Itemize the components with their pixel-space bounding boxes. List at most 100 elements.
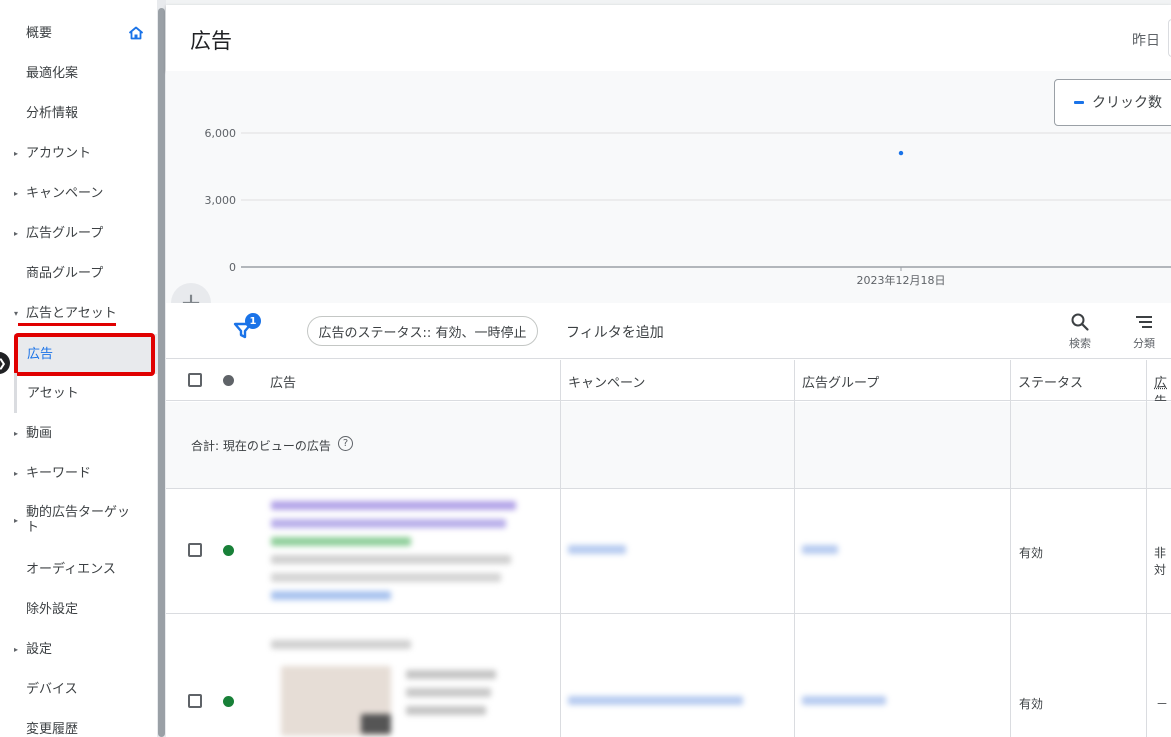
column-divider	[1146, 360, 1147, 737]
sidebar-item-ad-groups[interactable]: ▸ 広告グループ	[0, 213, 157, 253]
table-row[interactable]: 有効 非対	[166, 489, 1171, 614]
ad-type-cell: －	[1156, 695, 1168, 712]
sidebar-item-label: 動的広告ターゲット	[26, 505, 136, 535]
ad-group-link-blurred[interactable]	[802, 545, 842, 554]
expand-arrow-icon: ▸	[14, 516, 18, 525]
sidebar-item-insights[interactable]: 分析情報	[0, 93, 157, 133]
collapse-sidebar-button[interactable]: ❯	[0, 352, 10, 374]
metric-selector[interactable]: クリック数	[1054, 79, 1171, 126]
sidebar-item-account[interactable]: ▸ アカウント	[0, 133, 157, 173]
campaign-link-blurred[interactable]	[568, 696, 748, 705]
sidebar-item-product-groups[interactable]: 商品グループ	[0, 253, 157, 293]
date-range-label[interactable]: 昨日	[1132, 30, 1160, 50]
sidebar-item-label: 動画	[26, 426, 52, 441]
sidebar-item-exclusions[interactable]: 除外設定	[0, 589, 157, 629]
column-header-status[interactable]: ステータス	[1018, 372, 1083, 391]
expand-arrow-icon: ▸	[14, 149, 18, 158]
expand-arrow-icon: ▸	[14, 469, 18, 478]
status-cell: 有効	[1019, 544, 1043, 561]
sidebar-item-audiences[interactable]: オーディエンス	[0, 549, 157, 589]
page-title: 広告	[190, 25, 232, 55]
main-content: 広告 昨日 6,0003,00002023年12月18日 クリック数 + 1 広…	[166, 0, 1171, 737]
expand-arrow-icon: ▸	[14, 429, 18, 438]
total-label: 合計: 現在のビューの広告	[191, 437, 331, 454]
sidebar-item-label: キーワード	[26, 466, 91, 481]
status-filter-chip[interactable]: 広告のステータス:: 有効、一時停止	[307, 316, 538, 346]
campaign-link-blurred[interactable]	[568, 545, 628, 554]
highlight-underline	[18, 323, 116, 326]
y-tick-label: 0	[229, 261, 236, 274]
sidebar-item-label: キャンペーン	[26, 186, 103, 201]
sidebar-item-settings[interactable]: ▸ 設定	[0, 629, 157, 669]
sidebar-item-label: 設定	[26, 642, 52, 657]
sidebar-item-label: 除外設定	[26, 602, 78, 617]
x-tick-label: 2023年12月18日	[857, 273, 946, 287]
column-divider	[560, 360, 561, 737]
sidebar-item-keywords[interactable]: ▸ キーワード	[0, 453, 157, 493]
column-header-ad-group[interactable]: 広告グループ	[802, 372, 879, 391]
row-checkbox[interactable]	[188, 543, 202, 557]
page-header: 広告 昨日	[166, 5, 1171, 71]
sidebar-item-change-history[interactable]: 変更履歴	[0, 709, 157, 737]
sidebar-item-label: デバイス	[26, 682, 78, 697]
filter-bar: 1 広告のステータス:: 有効、一時停止 フィルタを追加 検索 分類	[166, 303, 1171, 359]
search-icon	[1070, 312, 1090, 332]
help-icon[interactable]: ?	[338, 436, 353, 451]
table-header: 広告 キャンペーン 広告グループ ステータス 広告	[166, 360, 1171, 401]
status-header-dot[interactable]	[223, 375, 234, 386]
collapse-arrow-icon: ▾	[14, 309, 18, 318]
sidebar-item-assets[interactable]: アセット	[14, 373, 157, 413]
metric-label: クリック数	[1092, 92, 1162, 112]
sidebar-item-label: アセット	[27, 386, 79, 401]
metric-color-swatch	[1074, 101, 1084, 104]
column-header-ad[interactable]: 広告	[270, 372, 296, 391]
status-dot	[223, 545, 234, 556]
sidebar-item-label: 変更履歴	[26, 722, 78, 737]
expand-arrow-icon: ▸	[14, 229, 18, 238]
segment-icon	[1134, 312, 1154, 332]
sidebar-item-ads-and-assets[interactable]: ▾ 広告とアセット	[0, 293, 157, 333]
add-filter-link[interactable]: フィルタを追加	[566, 322, 664, 342]
ad-group-link-blurred[interactable]	[802, 696, 892, 705]
table-row[interactable]: 有効 －	[166, 614, 1171, 737]
sidebar-item-ads[interactable]: 広告	[14, 334, 157, 374]
sidebar-item-label: 広告グループ	[26, 226, 103, 241]
expand-arrow-icon: ▸	[14, 189, 18, 198]
sidebar-item-overview[interactable]: 概要	[0, 13, 157, 53]
performance-chart: 6,000 3,000 0 2023年12月18日 クリック数	[166, 71, 1171, 303]
total-row: 合計: 現在のビューの広告 ?	[166, 402, 1171, 489]
ad-preview-blurred[interactable]	[271, 636, 551, 736]
status-dot	[223, 696, 234, 707]
row-checkbox[interactable]	[188, 694, 202, 708]
search-button[interactable]: 検索	[1060, 312, 1100, 351]
sidebar-item-label: 分析情報	[26, 106, 78, 121]
sidebar-item-recommendations[interactable]: 最適化案	[0, 53, 157, 93]
column-header-campaign[interactable]: キャンペーン	[568, 372, 645, 391]
select-all-checkbox[interactable]	[188, 373, 202, 387]
filter-count-badge: 1	[245, 313, 261, 329]
sidebar-item-campaigns[interactable]: ▸ キャンペーン	[0, 173, 157, 213]
chart-svg: 6,000 3,000 0 2023年12月18日	[166, 71, 1171, 303]
ad-type-cell: 非対	[1154, 544, 1171, 578]
sidebar-scrollbar-thumb[interactable]	[158, 8, 165, 737]
ad-preview-blurred[interactable]	[271, 499, 531, 604]
segment-button[interactable]: 分類	[1124, 312, 1164, 351]
sidebar-item-videos[interactable]: ▸ 動画	[0, 413, 157, 453]
sidebar-item-dynamic-ad-targets[interactable]: ▸ 動的広告ターゲット	[0, 500, 157, 540]
search-label: 検索	[1060, 335, 1100, 351]
sidebar-nav: 概要 最適化案 分析情報 ▸ アカウント ▸ キャンペーン ▸ 広告グループ 商…	[0, 0, 157, 737]
sidebar-item-label: アカウント	[26, 146, 91, 161]
sidebar-item-label: 最適化案	[26, 66, 78, 81]
ads-table: 広告 キャンペーン 広告グループ ステータス 広告 合計: 現在のビューの広告 …	[166, 360, 1171, 737]
y-tick-label: 6,000	[205, 127, 237, 140]
status-cell: 有効	[1019, 695, 1043, 712]
sidebar-item-label: 商品グループ	[26, 266, 103, 281]
segment-label: 分類	[1124, 335, 1164, 351]
sidebar-item-label: 広告とアセット	[26, 306, 117, 321]
column-divider	[1010, 360, 1011, 737]
sidebar-item-label: 概要	[26, 26, 52, 41]
column-divider	[794, 360, 795, 737]
sidebar-item-devices[interactable]: デバイス	[0, 669, 157, 709]
expand-arrow-icon: ▸	[14, 645, 18, 654]
data-point[interactable]	[899, 151, 903, 155]
